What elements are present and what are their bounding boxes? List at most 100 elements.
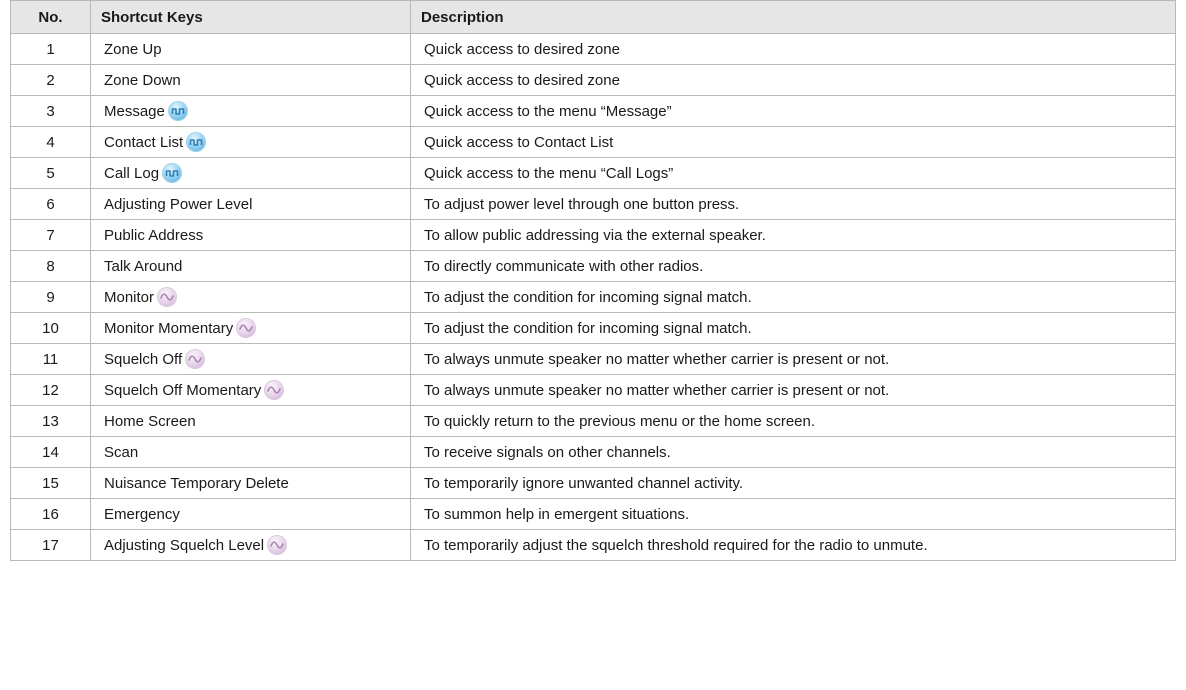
table-row: 17 Adjusting Squelch Level To temporarily … [10,529,1176,561]
table-header-row: No. Shortcut Keys Description [10,0,1176,34]
analog-icon [268,536,287,554]
table-row: 14 Scan To receive signals on other channe… [10,436,1176,468]
row-number: 13 [10,405,91,437]
description-cell: To adjust the condition for incoming sig… [410,281,1176,313]
table-row: 13 Home Screen To quickly return to the pr… [10,405,1176,437]
shortcut-key-cell: Emergency [90,498,411,530]
table-row: 16 Emergency To summon help in emergent si… [10,498,1176,530]
shortcut-key-label: Call Log [104,165,160,182]
table-row: 10 Monitor Momentary To adjust the conditi… [10,312,1176,344]
shortcut-key-cell: Nuisance Temporary Delete [90,467,411,499]
row-number: 7 [10,219,91,251]
description-cell: Quick access to the menu “Message” [410,95,1176,127]
description-cell: To temporarily ignore unwanted channel a… [410,467,1176,499]
table-row: 4 Contact List Quick access to Contact Lis… [10,126,1176,158]
description-cell: To temporarily adjust the squelch thresh… [410,529,1176,561]
shortcut-key-label: Adjusting Squelch Level [104,537,265,554]
description-cell: Quick access to Contact List [410,126,1176,158]
table-row: 11 Squelch Off To always unmute speaker no… [10,343,1176,375]
table-row: 6 Adjusting Power Level To adjust power le… [10,188,1176,220]
shortcut-key-label: Emergency [104,505,180,523]
shortcut-key-cell: Monitor Momentary [90,312,411,344]
row-number: 10 [10,312,91,344]
description-cell: To always unmute speaker no matter wheth… [410,374,1176,406]
shortcut-key-label: Message [104,103,165,120]
shortcut-key-cell: Zone Up [90,33,411,65]
description-cell: To receive signals on other channels. [410,436,1176,468]
shortcut-key-cell: Call Log [90,157,411,189]
header-shortcut-keys: Shortcut Keys [90,0,411,34]
shortcut-key-cell: Scan [90,436,411,468]
digital-icon [187,133,206,151]
row-number: 14 [10,436,91,468]
shortcut-keys-table: No. Shortcut Keys Description 1 Zone Up Qu… [10,0,1176,561]
shortcut-keys-table-container: No. Shortcut Keys Description 1 Zone Up Qu… [10,0,1186,561]
shortcut-key-cell: Adjusting Squelch Level [90,529,411,561]
shortcut-key-cell: Zone Down [90,64,411,96]
shortcut-key-cell: Contact List [90,126,411,158]
description-cell: Quick access to the menu “Call Logs” [410,157,1176,189]
shortcut-key-cell: Message [90,95,411,127]
row-number: 16 [10,498,91,530]
table-row: 12 Squelch Off Momentary To always unmute … [10,374,1176,406]
shortcut-key-label: Zone Down [104,71,181,89]
row-number: 3 [10,95,91,127]
header-no: No. [10,0,91,34]
analog-icon [158,288,177,306]
table-row: 3 Message Quick access to the menu “Messag… [10,95,1176,127]
shortcut-key-label: Home Screen [104,412,196,430]
row-number: 4 [10,126,91,158]
row-number: 6 [10,188,91,220]
table-row: 7 Public Address To allow public addressin… [10,219,1176,251]
row-number: 1 [10,33,91,65]
shortcut-key-label: Monitor [104,289,155,306]
analog-icon [186,350,205,368]
digital-icon [163,164,182,182]
description-cell: To directly communicate with other radio… [410,250,1176,282]
table-row: 9 Monitor To adjust the condition for inco… [10,281,1176,313]
shortcut-key-label: Squelch Off [104,351,183,368]
shortcut-key-label: Talk Around [104,257,183,275]
row-number: 8 [10,250,91,282]
row-number: 5 [10,157,91,189]
table-row: 15 Nuisance Temporary Delete To temporaril… [10,467,1176,499]
shortcut-key-label: Monitor Momentary [104,320,234,337]
shortcut-key-label: Squelch Off Momentary [104,382,262,399]
row-number: 17 [10,529,91,561]
table-body: 1 Zone Up Quick access to desired zone 2 Zon… [10,33,1176,561]
shortcut-key-cell: Squelch Off [90,343,411,375]
shortcut-key-cell: Adjusting Power Level [90,188,411,220]
shortcut-key-cell: Squelch Off Momentary [90,374,411,406]
description-cell: To adjust power level through one button… [410,188,1176,220]
shortcut-key-label: Nuisance Temporary Delete [104,474,289,492]
table-row: 5 Call Log Quick access to the menu “Call … [10,157,1176,189]
digital-icon [168,102,187,120]
row-number: 11 [10,343,91,375]
description-cell: To adjust the condition for incoming sig… [410,312,1176,344]
description-cell: To summon help in emergent situations. [410,498,1176,530]
shortcut-key-label: Adjusting Power Level [104,195,253,213]
shortcut-key-cell: Monitor [90,281,411,313]
shortcut-key-label: Zone Up [104,40,162,58]
table-row: 2 Zone Down Quick access to desired zone [10,64,1176,96]
analog-icon [265,381,284,399]
description-cell: Quick access to desired zone [410,33,1176,65]
table-row: 1 Zone Up Quick access to desired zone [10,33,1176,65]
description-cell: Quick access to desired zone [410,64,1176,96]
shortcut-key-label: Contact List [104,134,184,151]
shortcut-key-cell: Talk Around [90,250,411,282]
shortcut-key-cell: Home Screen [90,405,411,437]
shortcut-key-label: Public Address [104,226,204,244]
shortcut-key-label: Scan [104,443,139,461]
description-cell: To always unmute speaker no matter wheth… [410,343,1176,375]
row-number: 12 [10,374,91,406]
description-cell: To quickly return to the previous menu o… [410,405,1176,437]
analog-icon [237,319,256,337]
row-number: 15 [10,467,91,499]
shortcut-key-cell: Public Address [90,219,411,251]
description-cell: To allow public addressing via the exter… [410,219,1176,251]
row-number: 2 [10,64,91,96]
row-number: 9 [10,281,91,313]
table-row: 8 Talk Around To directly communicate with… [10,250,1176,282]
header-description: Description [410,0,1176,34]
